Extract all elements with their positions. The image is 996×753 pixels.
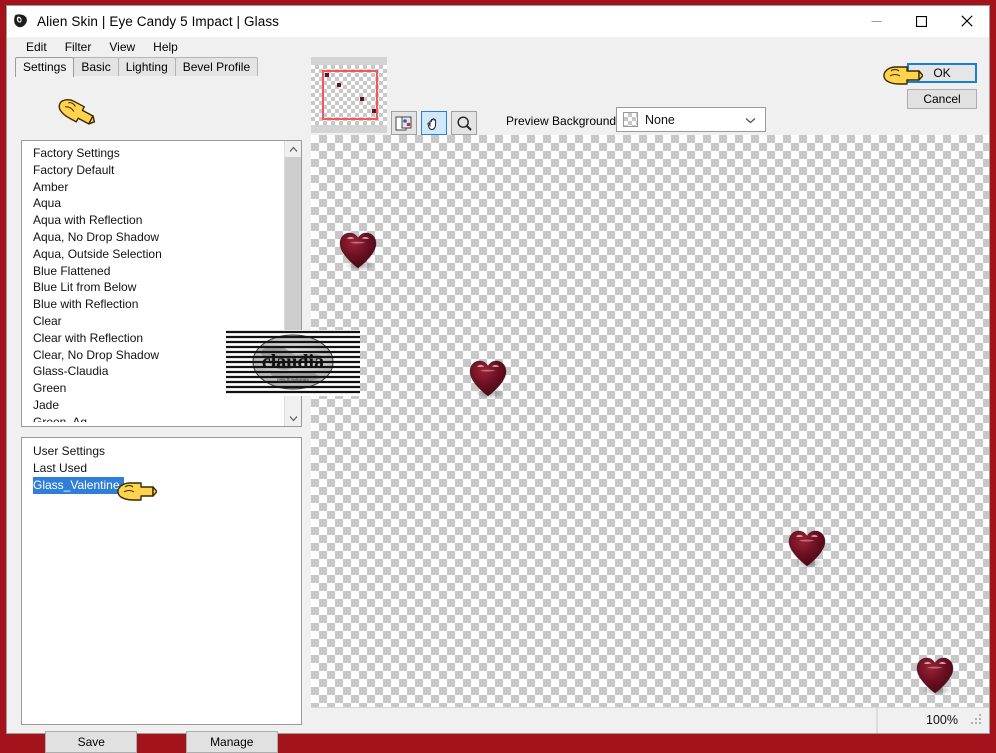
zoom-level: 100% (877, 708, 970, 733)
close-button[interactable] (944, 6, 989, 36)
factory-list-scrollbar[interactable] (284, 141, 301, 426)
chevron-down-icon[interactable] (745, 113, 756, 127)
tab-lighting[interactable]: Lighting (117, 57, 176, 76)
manage-button[interactable]: Manage (185, 731, 278, 753)
list-item[interactable]: Clear, No Drop Shadow (22, 347, 284, 364)
factory-settings-list[interactable]: Factory Settings Factory Default Amber A… (21, 140, 302, 427)
list-item[interactable]: Aqua, No Drop Shadow (22, 229, 284, 246)
list-item[interactable]: Blue with Reflection (22, 296, 284, 313)
preview-background-label: Preview Background: (506, 114, 620, 128)
scroll-track[interactable] (285, 157, 301, 410)
hand-pan-tool-button[interactable] (421, 111, 447, 135)
application-window: Alien Skin | Eye Candy 5 Impact | Glass … (6, 5, 990, 753)
status-bar: 100% (311, 707, 989, 733)
transparent-checker-swatch (623, 112, 638, 127)
minimize-button[interactable] (854, 6, 899, 36)
hand-pan-icon (426, 117, 436, 130)
scroll-down-icon[interactable] (285, 410, 301, 426)
navigator-thumbnail[interactable] (311, 57, 387, 133)
preview-compare-tool-button[interactable] (391, 111, 417, 135)
list-item[interactable]: Blue Lit from Below (22, 279, 284, 296)
list-item[interactable]: Clear with Reflection (22, 330, 284, 347)
main-split: Settings Basic Lighting Bevel Profile Fa… (7, 57, 989, 753)
preview-compare-icon (395, 116, 412, 130)
list-item[interactable]: Blue Flattened (22, 263, 284, 280)
status-message (311, 708, 877, 733)
scroll-up-icon[interactable] (285, 141, 301, 157)
tab-strip: Settings Basic Lighting Bevel Profile (7, 57, 311, 77)
menu-item-help[interactable]: Help (144, 38, 187, 56)
heart-shape (466, 356, 512, 400)
alien-skin-logo-icon (13, 13, 29, 29)
pointing-hand-cursor-tab (55, 97, 97, 127)
factory-settings-items: Factory Settings Factory Default Amber A… (22, 141, 284, 426)
factory-settings-header: Factory Settings (33, 146, 120, 160)
preset-buttons-row: Save Manage (21, 731, 302, 753)
heart-shape (913, 653, 959, 697)
preview-canvas[interactable] (311, 135, 989, 707)
heart-shape (336, 228, 382, 272)
tab-settings[interactable]: Settings (15, 57, 75, 77)
list-item[interactable]: Amber (22, 179, 284, 196)
list-item[interactable]: Aqua, Outside Selection (22, 246, 284, 263)
menu-bar: Edit Filter View Help (7, 37, 989, 57)
zoom-tool-button[interactable] (451, 111, 477, 135)
list-item[interactable]: Green (22, 380, 284, 397)
heart-shape (785, 526, 831, 570)
tab-basic[interactable]: Basic (73, 57, 119, 76)
preview-panel: Preview Background: None OK Cancel 100% (311, 57, 989, 733)
tab-bevel-profile[interactable]: Bevel Profile (174, 57, 259, 76)
menu-item-filter[interactable]: Filter (56, 38, 101, 56)
user-settings-header: User Settings (33, 444, 106, 458)
list-item[interactable]: Clear (22, 313, 284, 330)
menu-item-view[interactable]: View (100, 38, 144, 56)
title-bar: Alien Skin | Eye Candy 5 Impact | Glass (7, 6, 989, 37)
maximize-button[interactable] (899, 6, 944, 36)
settings-panel: Settings Basic Lighting Bevel Profile Fa… (7, 57, 360, 753)
list-item[interactable]: Jade (22, 397, 284, 414)
user-settings-items: User Settings Last Used Glass_Valentine (22, 438, 301, 494)
navigator-viewport-rect[interactable] (322, 70, 378, 120)
list-item[interactable]: Glass-Claudia (22, 363, 284, 380)
zoom-magnifier-icon (456, 115, 472, 131)
resize-grip-icon[interactable] (970, 713, 986, 729)
ok-button[interactable]: OK (907, 63, 977, 83)
list-item[interactable]: Green, Ag (22, 414, 284, 422)
window-controls (854, 6, 989, 36)
preview-background-select[interactable]: None (616, 107, 766, 132)
save-button[interactable]: Save (45, 731, 138, 753)
list-item[interactable]: Factory Default (22, 162, 284, 179)
list-item[interactable]: Last Used (22, 460, 301, 477)
scroll-thumb[interactable] (285, 157, 301, 370)
list-item[interactable]: Aqua with Reflection (22, 212, 284, 229)
menu-item-edit[interactable]: Edit (17, 38, 56, 56)
preview-toolbar: Preview Background: None OK Cancel (311, 57, 989, 135)
cancel-button[interactable]: Cancel (907, 89, 977, 109)
list-item[interactable]: Aqua (22, 195, 284, 212)
list-item-selected[interactable]: Glass_Valentine (33, 477, 124, 494)
preview-background-value: None (645, 112, 675, 127)
window-title: Alien Skin | Eye Candy 5 Impact | Glass (37, 13, 280, 29)
user-settings-list[interactable]: User Settings Last Used Glass_Valentine (21, 437, 302, 725)
